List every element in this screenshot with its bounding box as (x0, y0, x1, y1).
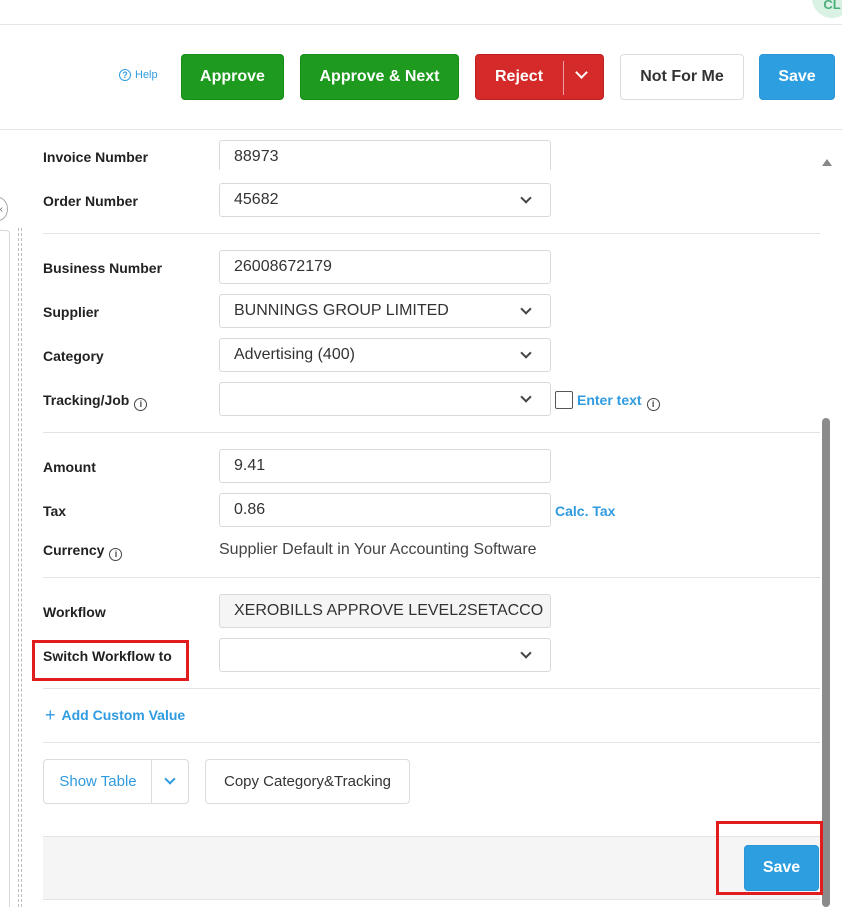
amount-label: Amount (43, 459, 96, 475)
chevron-down-icon (520, 303, 532, 315)
scrollbar-thumb[interactable] (822, 418, 830, 907)
info-icon[interactable]: i (646, 397, 660, 411)
business-number-field[interactable]: 26008672179 (219, 250, 551, 284)
business-number-label: Business Number (43, 260, 163, 276)
enter-text-label[interactable]: Enter text (577, 392, 642, 408)
supplier-select[interactable]: BUNNINGS GROUP LIMITED (219, 294, 551, 328)
collapse-panel-button[interactable]: ‹ (0, 197, 8, 221)
category-value: Advertising (400) (234, 346, 355, 363)
amount-field[interactable]: 9.41 (219, 449, 551, 483)
reject-label: Reject (495, 68, 544, 85)
save-button-top[interactable]: Save (759, 54, 835, 100)
section-divider (43, 577, 820, 578)
chevron-down-icon (520, 347, 532, 359)
invoice-number-label: Invoice Number (43, 149, 149, 165)
category-select[interactable]: Advertising (400) (219, 338, 551, 372)
tax-value: 0.86 (234, 501, 266, 518)
save-label-top: Save (778, 68, 816, 85)
show-table-button[interactable]: Show Table (44, 760, 152, 803)
tracking-job-label: Tracking/Job (43, 392, 130, 408)
invoice-number-field[interactable]: 88973 (219, 140, 551, 170)
tracking-job-select[interactable] (219, 382, 551, 416)
chevron-down-icon (520, 391, 532, 403)
currency-value: Supplier Default in Your Accounting Soft… (219, 541, 537, 558)
calc-tax-link[interactable]: Calc. Tax (555, 503, 615, 519)
highlight-box-save (716, 821, 823, 895)
panel-splitter[interactable] (18, 228, 22, 907)
enter-text-checkbox[interactable] (555, 391, 573, 409)
invoice-number-value: 88973 (234, 148, 279, 165)
info-icon[interactable]: i (134, 397, 148, 411)
workflow-label: Workflow (43, 604, 106, 620)
show-table-split-button: Show Table (43, 759, 189, 804)
not-for-me-button[interactable]: Not For Me (620, 54, 744, 100)
tracking-job-label-wrap: Tracking/Job i (43, 392, 148, 411)
workflow-value: XEROBILLS APPROVE LEVEL2SETACCO (234, 602, 544, 619)
approve-button[interactable]: Approve (181, 54, 284, 100)
plus-icon: + (45, 705, 56, 725)
scroll-up-arrow-icon[interactable] (822, 159, 832, 166)
avatar[interactable]: CL (812, 0, 842, 18)
copy-category-tracking-button[interactable]: Copy Category&Tracking (205, 759, 410, 804)
supplier-label: Supplier (43, 304, 100, 320)
bottom-action-bar (43, 836, 820, 900)
help-icon: ? (119, 69, 131, 81)
copy-category-tracking-label: Copy Category&Tracking (223, 773, 391, 790)
business-number-value: 26008672179 (234, 258, 332, 275)
info-icon[interactable]: i (109, 547, 123, 561)
help-link[interactable]: ? Help (119, 69, 158, 81)
top-bar: CL (0, 0, 842, 25)
switch-workflow-label: Switch Workflow to (43, 648, 172, 664)
add-custom-value-label: Add Custom Value (61, 707, 186, 723)
reject-button[interactable]: Reject (475, 54, 604, 100)
chevron-down-icon (164, 773, 176, 785)
section-divider (43, 688, 820, 689)
reject-split-divider (563, 61, 564, 95)
invoice-number-row-clip: Invoice Number 88973 (0, 130, 820, 170)
approve-label: Approve (200, 68, 265, 85)
action-toolbar: ? Help Approve Approve & Next Reject Not… (0, 25, 842, 130)
approve-next-button[interactable]: Approve & Next (300, 54, 459, 100)
order-number-select[interactable]: 45682 (219, 183, 551, 217)
section-divider (43, 233, 820, 234)
chevron-down-icon (520, 647, 532, 659)
approve-next-label: Approve & Next (319, 68, 440, 85)
currency-label-wrap: Currency i (43, 542, 123, 561)
chevron-down-icon (520, 192, 532, 204)
order-number-label: Order Number (43, 193, 138, 209)
section-divider (43, 742, 820, 743)
category-label: Category (43, 348, 104, 364)
enter-text-link-wrap: Enter text i (577, 392, 660, 411)
show-table-label: Show Table (59, 773, 137, 790)
amount-value: 9.41 (234, 457, 266, 474)
order-number-value: 45682 (234, 191, 279, 208)
document-preview-panel (0, 230, 10, 907)
not-for-me-label: Not For Me (640, 68, 724, 85)
add-custom-value-link[interactable]: + Add Custom Value (45, 705, 186, 725)
section-divider (43, 432, 820, 433)
supplier-value: BUNNINGS GROUP LIMITED (234, 302, 449, 319)
switch-workflow-select[interactable] (219, 638, 551, 672)
reject-dropdown-chevron-icon[interactable] (575, 66, 588, 79)
help-label: Help (135, 69, 158, 81)
workflow-field: XEROBILLS APPROVE LEVEL2SETACCO (219, 594, 551, 628)
tax-field[interactable]: 0.86 (219, 493, 551, 527)
currency-label: Currency (43, 542, 105, 558)
show-table-dropdown[interactable] (152, 760, 188, 803)
tax-label: Tax (43, 503, 67, 519)
